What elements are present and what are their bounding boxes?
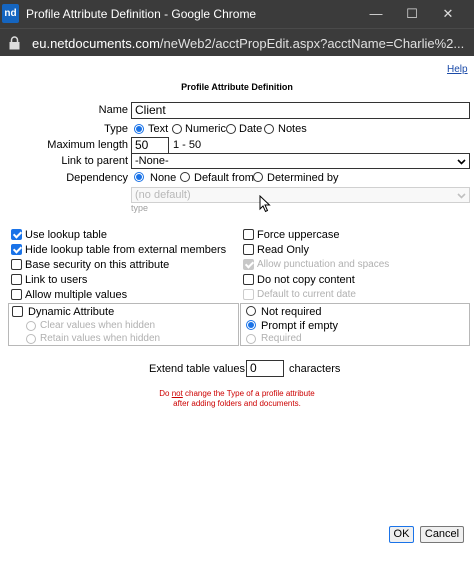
- hide-lookup-table-checkbox[interactable]: [11, 244, 22, 255]
- read-only-checkbox[interactable]: [243, 244, 254, 255]
- maximize-button[interactable]: ☐: [396, 0, 428, 28]
- type-numeric-label: Numeric: [185, 123, 226, 135]
- name-input[interactable]: Client: [131, 102, 470, 119]
- default-current-date-label: Default to current date: [257, 289, 356, 300]
- dependency-none-label: None: [150, 172, 177, 184]
- chevron-down-icon: [457, 193, 466, 199]
- type-date-label: Date: [239, 123, 263, 135]
- max-length-input[interactable]: 50: [131, 137, 169, 154]
- dependency-determined-by-label: Determined by: [267, 172, 339, 184]
- allow-punctuation-checkbox: [243, 259, 254, 270]
- type-notes-radio[interactable]: [264, 124, 274, 134]
- type-date-radio[interactable]: [226, 124, 236, 134]
- default-current-date-checkbox: [243, 289, 254, 300]
- page-title: Profile Attribute Definition: [181, 82, 293, 92]
- base-security-label: Base security on this attribute: [25, 259, 170, 271]
- minimize-button[interactable]: —: [360, 0, 392, 28]
- hide-lookup-table-label: Hide lookup table from external members: [25, 244, 227, 256]
- link-to-parent-label: Link to parent: [61, 155, 128, 167]
- prompt-if-empty-label: Prompt if empty: [261, 320, 339, 332]
- link-to-users-label: Link to users: [25, 274, 88, 286]
- cancel-button[interactable]: Cancel: [420, 526, 464, 543]
- prompt-if-empty-radio[interactable]: [246, 320, 256, 330]
- not-required-label: Not required: [261, 306, 322, 318]
- do-not-copy-content-label: Do not copy content: [257, 274, 355, 286]
- type-text-radio[interactable]: [134, 124, 144, 134]
- url-domain: eu.netdocuments.com: [32, 36, 160, 51]
- url-path: /neWeb2/acctPropEdit.aspx?acctName=Charl…: [159, 36, 465, 51]
- extend-table-label: Extend table values to: [149, 363, 258, 375]
- type-hint: type: [131, 203, 149, 213]
- required-radio: [246, 334, 256, 344]
- note-before: Do: [159, 389, 172, 398]
- help-link[interactable]: Help: [447, 64, 468, 75]
- not-required-radio[interactable]: [246, 306, 256, 316]
- dynamic-attribute-label: Dynamic Attribute: [28, 306, 115, 318]
- allow-punctuation-label: Allow punctuation and spaces: [257, 259, 390, 270]
- extend-table-input[interactable]: 0: [246, 360, 284, 377]
- link-to-parent-value: -None-: [135, 155, 169, 167]
- dynamic-attribute-checkbox[interactable]: [12, 306, 23, 317]
- dependency-default-from-label: Default from: [194, 172, 254, 184]
- note-emph: not: [171, 389, 183, 398]
- use-lookup-table-label: Use lookup table: [25, 229, 107, 241]
- retain-values-radio: [26, 334, 36, 344]
- retain-values-label: Retain values when hidden: [40, 333, 161, 344]
- dependency-default-from-radio[interactable]: [180, 172, 190, 182]
- warning-note-line1: Do not change the Type of a profile attr…: [0, 389, 474, 398]
- type-label: Type: [104, 123, 128, 135]
- note-after: change the Type of a profile attribute: [182, 389, 315, 398]
- link-to-parent-select[interactable]: -None-: [131, 153, 470, 169]
- force-uppercase-checkbox[interactable]: [243, 229, 254, 240]
- chevron-down-icon: [457, 159, 466, 165]
- title-bar: nd Profile Attribute Definition - Google…: [0, 0, 474, 28]
- allow-multiple-values-checkbox[interactable]: [11, 289, 22, 300]
- name-label: Name: [98, 104, 128, 116]
- lock-icon: [9, 36, 20, 50]
- required-label: Required: [261, 333, 302, 344]
- dependency-label: Dependency: [66, 172, 128, 184]
- max-length-range: 1 - 50: [173, 139, 202, 151]
- default-value-select: (no default): [131, 187, 470, 203]
- extend-table-unit: characters: [289, 363, 341, 375]
- url-text[interactable]: eu.netdocuments.com/neWeb2/acctPropEdit.…: [32, 36, 464, 51]
- dependency-determined-by-radio[interactable]: [253, 172, 263, 182]
- netdocuments-logo-icon: nd: [2, 4, 19, 23]
- ok-button[interactable]: OK: [389, 526, 414, 543]
- close-window-button[interactable]: ✕: [432, 0, 464, 28]
- window-title: Profile Attribute Definition - Google Ch…: [26, 7, 257, 21]
- type-notes-label: Notes: [278, 123, 307, 135]
- allow-multiple-values-label: Allow multiple values: [25, 289, 128, 301]
- type-numeric-radio[interactable]: [172, 124, 182, 134]
- read-only-label: Read Only: [257, 244, 309, 256]
- address-bar[interactable]: eu.netdocuments.com/neWeb2/acctPropEdit.…: [0, 28, 474, 56]
- use-lookup-table-checkbox[interactable]: [11, 229, 22, 240]
- type-text-label: Text: [148, 123, 169, 135]
- do-not-copy-content-checkbox[interactable]: [243, 274, 254, 285]
- clear-values-label: Clear values when hidden: [40, 320, 156, 331]
- warning-note-line2: after adding folders and documents.: [173, 399, 301, 408]
- dependency-none-radio[interactable]: [134, 172, 144, 182]
- base-security-checkbox[interactable]: [11, 259, 22, 270]
- default-value-text: (no default): [135, 189, 191, 201]
- force-uppercase-label: Force uppercase: [257, 229, 340, 241]
- mouse-pointer-icon: [259, 195, 271, 213]
- clear-values-radio: [26, 321, 36, 331]
- link-to-users-checkbox[interactable]: [11, 274, 22, 285]
- max-length-label: Maximum length: [47, 139, 128, 151]
